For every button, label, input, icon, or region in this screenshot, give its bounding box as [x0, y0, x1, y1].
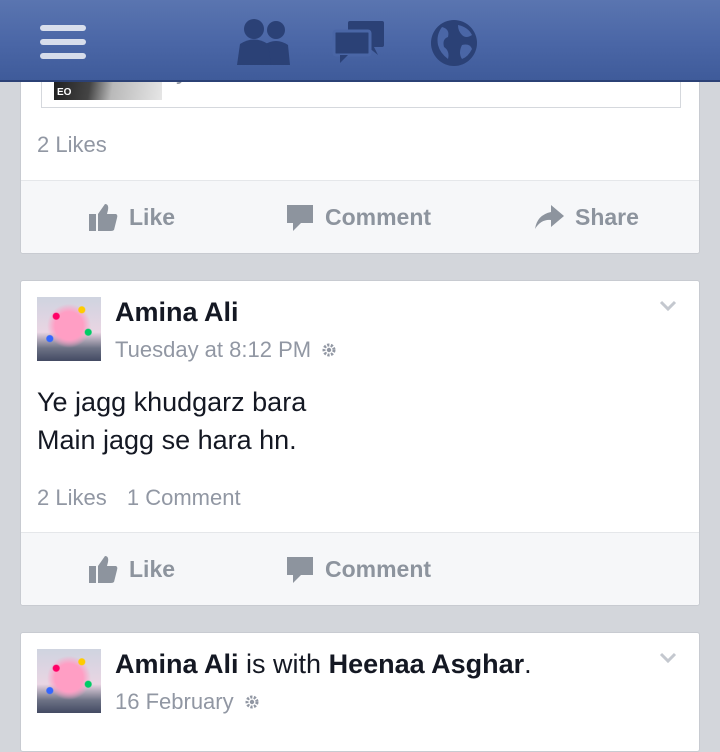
thumbs-up-icon [89, 556, 118, 583]
post-timestamp[interactable]: Tuesday at 8:12 PM [115, 337, 337, 363]
avatar[interactable] [37, 297, 101, 361]
chevron-down-icon[interactable] [659, 651, 677, 669]
like-button[interactable]: Like [87, 181, 175, 253]
comment-button[interactable]: Comment [285, 533, 431, 605]
post-text-line: Ye jagg khudgarz bara [37, 387, 307, 417]
post-card: Amina Ali is with Heenaa Asghar. 16 Febr… [20, 632, 700, 752]
friend-requests-icon[interactable] [232, 17, 298, 72]
comment-icon [287, 557, 313, 583]
post-author: Amina Ali is with Heenaa Asghar. [115, 649, 532, 680]
with-text: is with [246, 649, 322, 679]
post-card: EO youtube.com 2 Likes Like Comment Shar… [20, 72, 700, 254]
like-label: Like [129, 203, 176, 230]
post-text-line: Main jagg se hara hn. [37, 425, 297, 455]
comment-label: Comment [325, 203, 432, 230]
post-body: Ye jagg khudgarz bara Main jagg se hara … [37, 383, 306, 459]
share-label: Share [575, 203, 639, 230]
notifications-globe-icon[interactable] [428, 17, 480, 74]
reaction-counts: 2 Likes 1 Comment [37, 485, 255, 511]
reaction-counts: 2 Likes [37, 132, 121, 158]
author-name-link[interactable]: Amina Ali [115, 297, 239, 327]
period: . [524, 649, 532, 679]
privacy-gear-icon [245, 695, 259, 709]
like-button[interactable]: Like [87, 533, 175, 605]
post-actions: Like Comment [21, 532, 699, 605]
comment-label: Comment [325, 555, 432, 582]
post-timestamp[interactable]: 16 February [115, 689, 260, 715]
menu-icon[interactable] [40, 25, 86, 59]
comment-button[interactable]: Comment [285, 181, 431, 253]
like-label: Like [129, 555, 176, 582]
post-actions: Like Comment Share [21, 180, 699, 253]
chevron-down-icon[interactable] [659, 299, 677, 317]
thumbnail-caption: EO [57, 87, 72, 98]
post-card: Amina Ali Tuesday at 8:12 PM Ye jagg khu… [20, 280, 700, 606]
post-author: Amina Ali [115, 297, 239, 328]
timestamp-text: Tuesday at 8:12 PM [115, 337, 312, 362]
timestamp-text: 16 February [115, 689, 234, 714]
privacy-gear-icon [322, 343, 336, 357]
top-nav-bar [0, 0, 720, 82]
likes-count[interactable]: 2 Likes [37, 132, 107, 157]
messages-icon[interactable] [330, 17, 388, 72]
likes-count[interactable]: 2 Likes [37, 485, 107, 510]
tagged-friend-link[interactable]: Heenaa Asghar [329, 649, 525, 679]
thumbs-up-icon [89, 204, 118, 231]
comment-icon [287, 205, 313, 231]
author-name-link[interactable]: Amina Ali [115, 649, 239, 679]
share-button[interactable]: Share [533, 181, 639, 253]
comments-count[interactable]: 1 Comment [127, 485, 241, 510]
share-arrow-icon [535, 205, 564, 229]
avatar[interactable] [37, 649, 101, 713]
